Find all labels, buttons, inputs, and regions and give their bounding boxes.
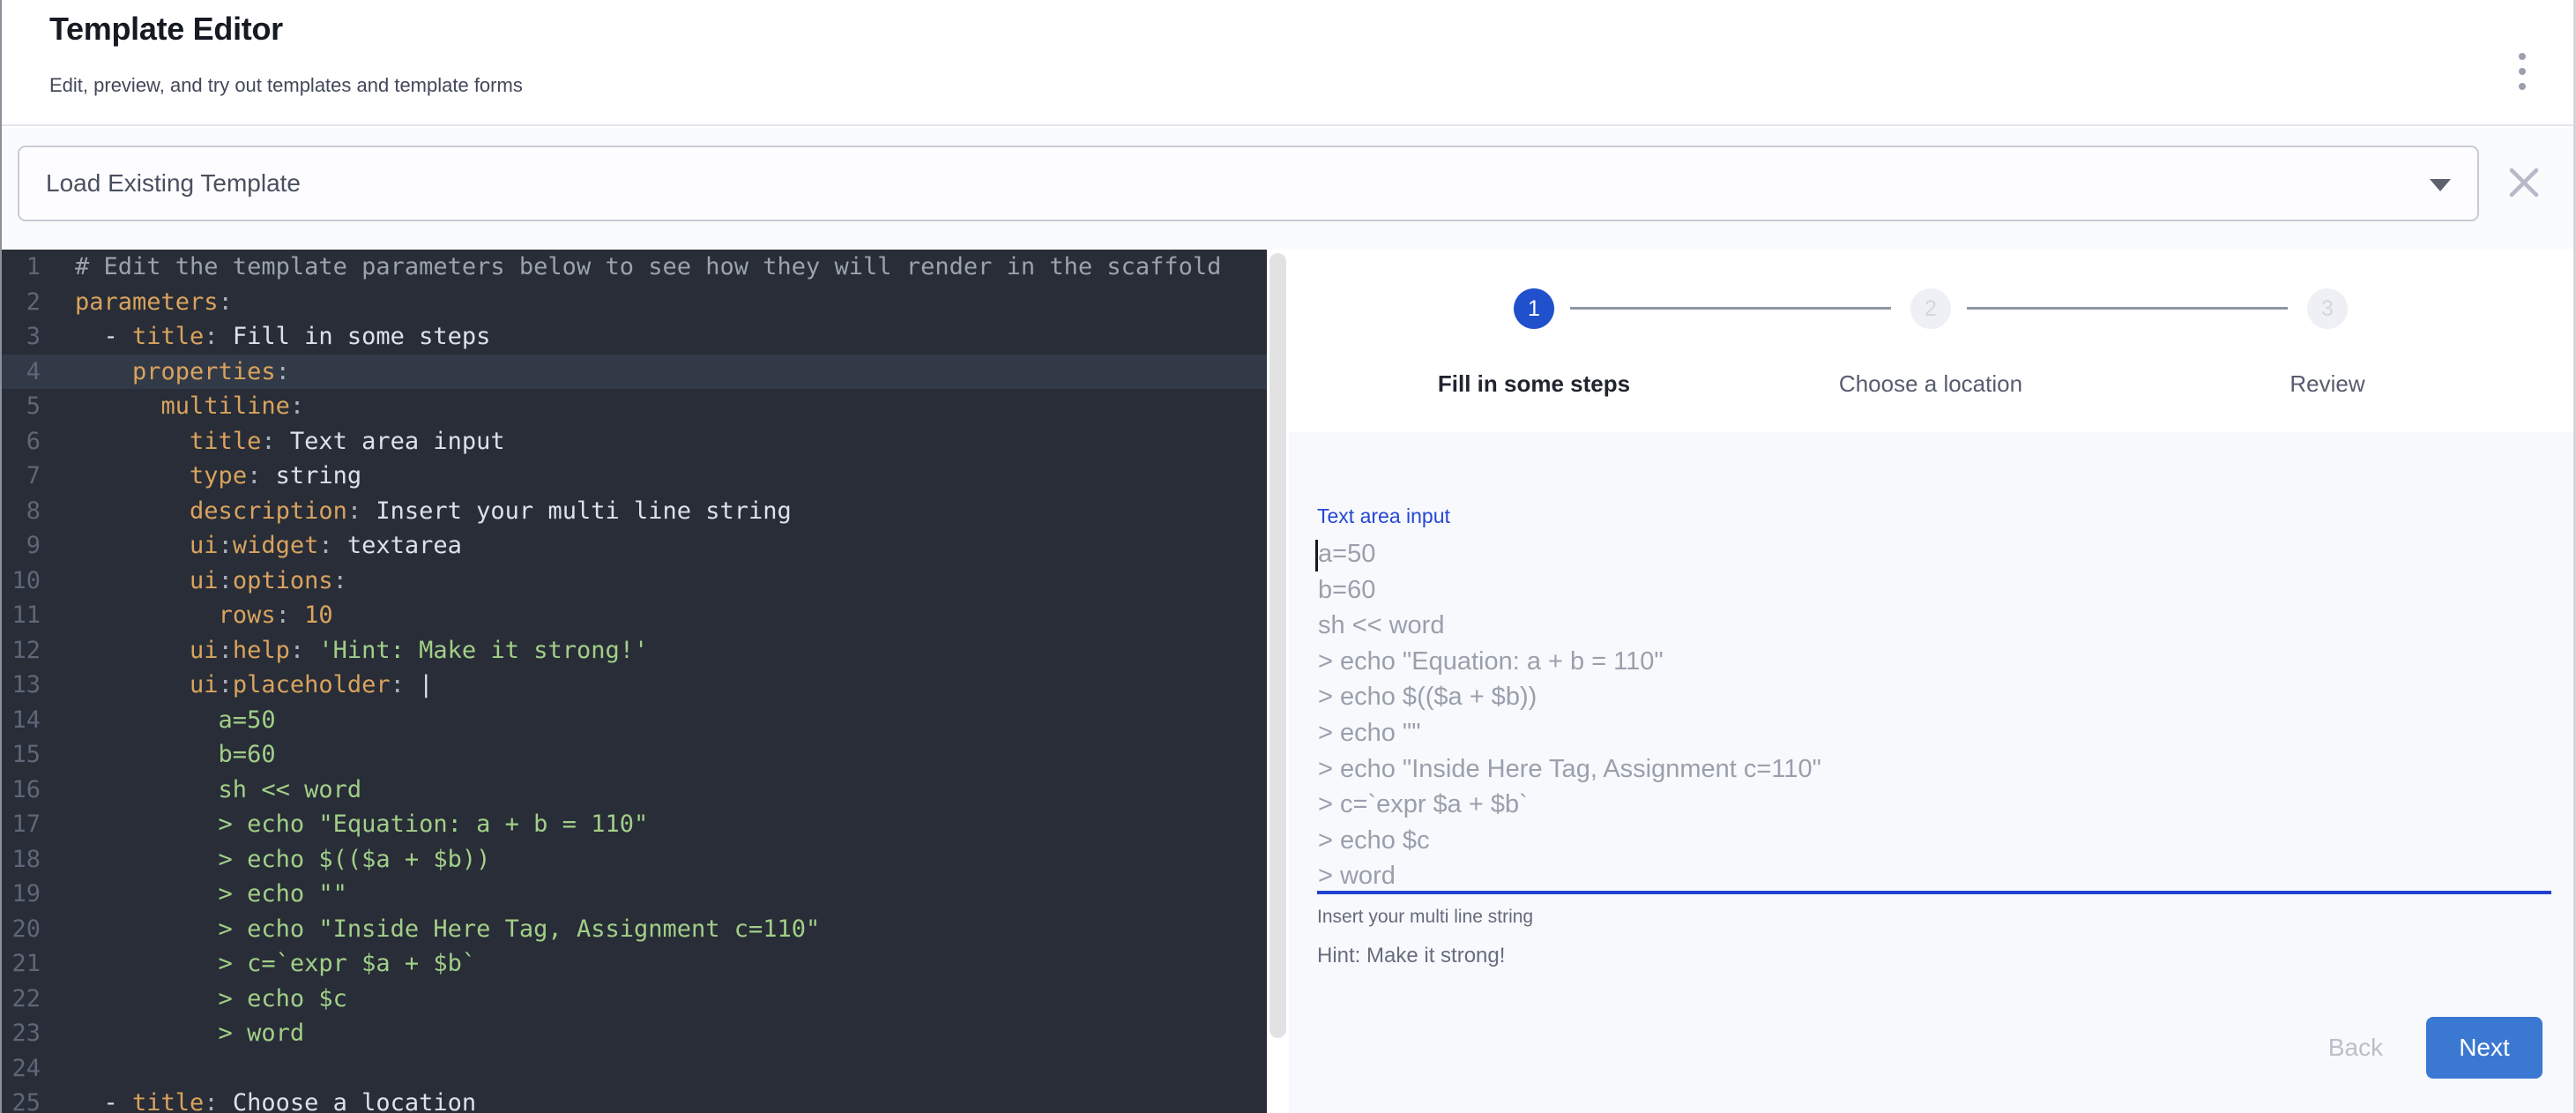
- code-line[interactable]: 13 ui:placeholder: |: [0, 668, 1267, 703]
- code-line[interactable]: 17 > echo "Equation: a + b = 110": [0, 807, 1267, 842]
- code-line[interactable]: 11 rows: 10: [0, 598, 1267, 633]
- line-number: 17: [0, 807, 41, 842]
- code-line[interactable]: 23 > word: [0, 1016, 1267, 1051]
- step-3-circle[interactable]: 3: [2307, 288, 2348, 329]
- code-line[interactable]: 9 ui:widget: textarea: [0, 528, 1267, 564]
- line-number: 6: [0, 424, 41, 459]
- code-line[interactable]: 18 > echo $(($a + $b)): [0, 842, 1267, 878]
- line-number: 20: [0, 912, 41, 947]
- line-number: 2: [0, 285, 41, 320]
- line-number: 22: [0, 982, 41, 1017]
- form-card: Text area input a=50 b=60 sh << word > e…: [1289, 432, 2576, 1113]
- code-line[interactable]: 24: [0, 1051, 1267, 1087]
- code-line[interactable]: 21 > c=`expr $a + $b`: [0, 946, 1267, 982]
- code-line[interactable]: 1# Edit the template parameters below to…: [0, 250, 1267, 285]
- field-description-text: Insert your multi line string: [1317, 907, 1533, 928]
- line-number: 24: [0, 1051, 41, 1087]
- step-2-label: Choose a location: [1746, 370, 2116, 398]
- line-number: 12: [0, 633, 41, 669]
- textarea-field-label: Text area input: [1317, 504, 1450, 528]
- code-line[interactable]: 8 description: Insert your multi line st…: [0, 494, 1267, 529]
- select-placeholder-text: Load Existing Template: [46, 147, 301, 220]
- code-line[interactable]: 22 > echo $c: [0, 982, 1267, 1017]
- code-line[interactable]: 25 - title: Choose a location: [0, 1086, 1267, 1113]
- code-line[interactable]: 15 b=60: [0, 737, 1267, 773]
- line-number: 8: [0, 494, 41, 529]
- line-number: 9: [0, 528, 41, 564]
- line-number: 11: [0, 598, 41, 633]
- code-line[interactable]: 10 ui:options:: [0, 564, 1267, 599]
- code-line[interactable]: 4 properties:: [0, 355, 1267, 390]
- line-number: 18: [0, 842, 41, 878]
- line-number: 1: [0, 250, 41, 285]
- window-left-edge: [0, 0, 2, 1113]
- code-line[interactable]: 5 multiline:: [0, 389, 1267, 424]
- line-number: 25: [0, 1086, 41, 1113]
- page-title: Template Editor: [49, 11, 283, 48]
- step-connector-1: [1570, 307, 1891, 310]
- line-number: 15: [0, 737, 41, 773]
- field-hint-text: Hint: Make it strong!: [1317, 944, 1505, 968]
- step-3-label: Review: [2142, 370, 2513, 398]
- chevron-down-icon[interactable]: [2430, 179, 2451, 191]
- textarea-input[interactable]: a=50 b=60 sh << word > echo "Equation: a…: [1315, 536, 2553, 900]
- code-line[interactable]: 12 ui:help: 'Hint: Make it strong!': [0, 633, 1267, 669]
- line-number: 4: [0, 355, 41, 390]
- code-lines-container: 1# Edit the template parameters below to…: [0, 250, 1267, 1113]
- editor-scrollbar-thumb[interactable]: [1269, 253, 1286, 1038]
- line-number: 19: [0, 877, 41, 912]
- line-number: 10: [0, 564, 41, 599]
- line-number: 14: [0, 703, 41, 738]
- form-preview-panel: 1 2 3 Fill in some steps Choose a locati…: [1289, 250, 2576, 1113]
- main-split: 1# Edit the template parameters below to…: [0, 250, 2576, 1113]
- page-subtitle: Edit, preview, and try out templates and…: [49, 74, 523, 97]
- code-line[interactable]: 7 type: string: [0, 459, 1267, 494]
- step-connector-2: [1967, 307, 2288, 310]
- toolbar: Load Existing Template: [0, 128, 2576, 250]
- yaml-code-editor[interactable]: 1# Edit the template parameters below to…: [0, 250, 1267, 1113]
- line-number: 21: [0, 946, 41, 982]
- line-number: 16: [0, 773, 41, 808]
- textarea-focus-underline: [1317, 891, 2551, 894]
- editor-scrollbar-track[interactable]: [1267, 250, 1289, 1113]
- code-line[interactable]: 16 sh << word: [0, 773, 1267, 808]
- page-header: Template Editor Edit, preview, and try o…: [0, 0, 2576, 126]
- step-1-label: Fill in some steps: [1349, 370, 1719, 398]
- textarea-placeholder-text: a=50 b=60 sh << word > echo "Equation: a…: [1318, 536, 1821, 894]
- code-line[interactable]: 19 > echo "": [0, 877, 1267, 912]
- more-options-kebab-icon[interactable]: [2500, 42, 2544, 101]
- code-line[interactable]: 2parameters:: [0, 285, 1267, 320]
- back-button[interactable]: Back: [2304, 1017, 2407, 1079]
- step-2-circle[interactable]: 2: [1910, 288, 1951, 329]
- stepper: 1 2 3 Fill in some steps Choose a locati…: [1289, 250, 2576, 432]
- load-existing-template-select[interactable]: Load Existing Template: [18, 146, 2479, 221]
- line-number: 23: [0, 1016, 41, 1051]
- line-number: 5: [0, 389, 41, 424]
- code-line[interactable]: 14 a=50: [0, 703, 1267, 738]
- code-line[interactable]: 20 > echo "Inside Here Tag, Assignment c…: [0, 912, 1267, 947]
- template-editor-page: Template Editor Edit, preview, and try o…: [0, 0, 2576, 1113]
- code-line[interactable]: 3 - title: Fill in some steps: [0, 319, 1267, 355]
- code-line[interactable]: 6 title: Text area input: [0, 424, 1267, 459]
- line-number: 13: [0, 668, 41, 703]
- line-number: 7: [0, 459, 41, 494]
- line-number: 3: [0, 319, 41, 355]
- next-button[interactable]: Next: [2426, 1017, 2542, 1079]
- step-1-circle[interactable]: 1: [1514, 288, 1554, 329]
- close-icon[interactable]: [2505, 165, 2542, 202]
